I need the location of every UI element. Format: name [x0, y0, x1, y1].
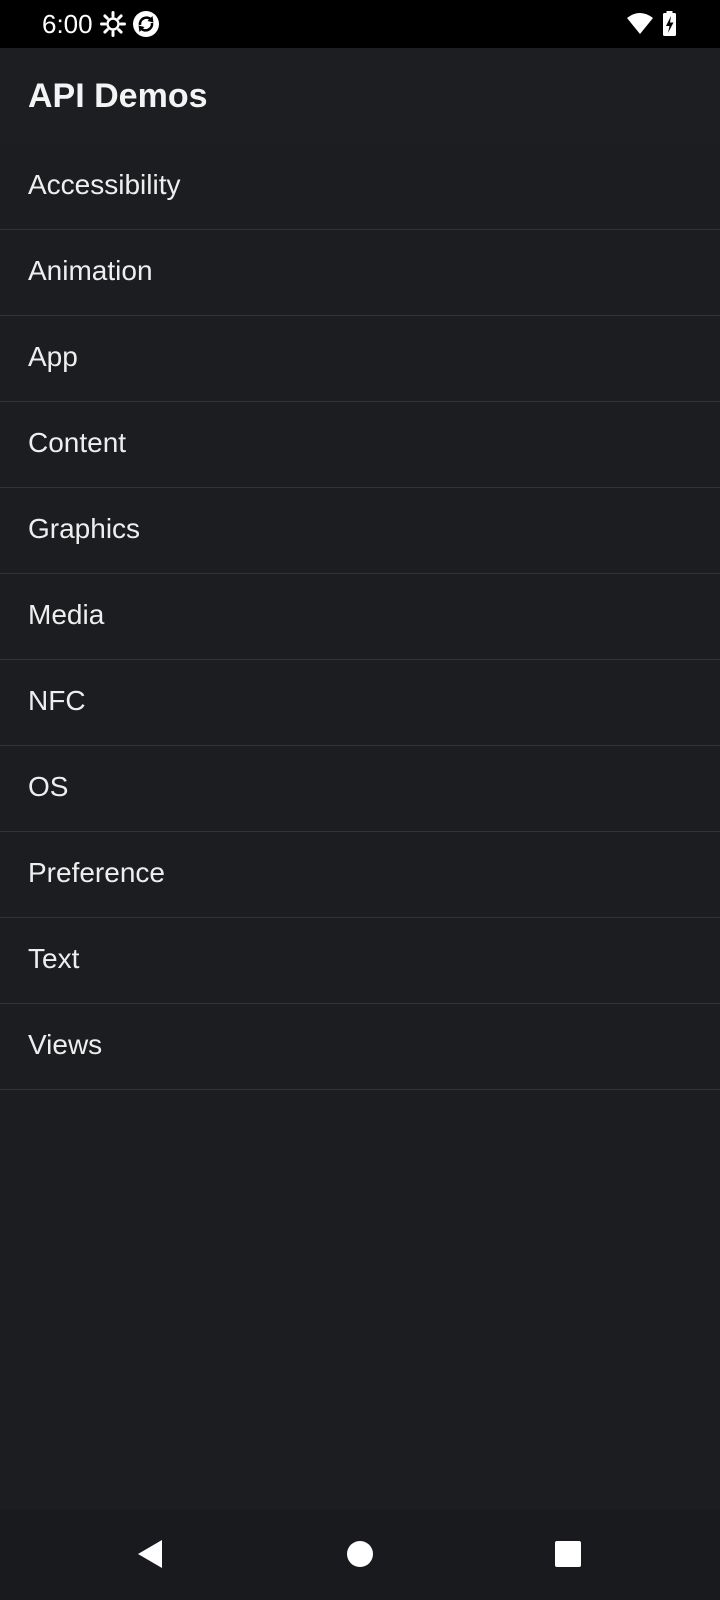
list-item-preference[interactable]: Preference	[0, 832, 720, 918]
list-item-label: Content	[28, 427, 127, 458]
list-item-label: Media	[28, 599, 105, 630]
list-item-os[interactable]: OS	[0, 746, 720, 832]
list-item-label: Animation	[28, 255, 153, 286]
back-icon[interactable]	[127, 1530, 175, 1578]
recents-icon[interactable]	[544, 1530, 592, 1578]
list-item-text[interactable]: Text	[0, 918, 720, 1004]
home-icon[interactable]	[336, 1530, 384, 1578]
list-item-label: Text	[28, 943, 80, 974]
list-item-app[interactable]: App	[0, 316, 720, 402]
battery-charging-icon	[661, 10, 679, 38]
list-item-label: NFC	[28, 685, 86, 716]
list-item-graphics[interactable]: Graphics	[0, 488, 720, 574]
demo-list: Accessibility Animation App Content Grap…	[0, 144, 720, 1090]
list-item-nfc[interactable]: NFC	[0, 660, 720, 746]
screen: 6:00 API Demos Accessibility Animation A…	[0, 0, 720, 1600]
list-item-views[interactable]: Views	[0, 1004, 720, 1090]
app-bar: API Demos	[0, 48, 720, 144]
navigation-bar	[0, 1510, 720, 1600]
list-item-label: App	[28, 341, 78, 372]
page-title: API Demos	[28, 77, 208, 115]
settings-gear-icon	[99, 10, 127, 38]
list-item-label: Preference	[28, 857, 165, 888]
status-bar: 6:00	[0, 0, 720, 48]
list-item-label: Graphics	[28, 513, 141, 544]
list-item-media[interactable]: Media	[0, 574, 720, 660]
list-item-label: Accessibility	[28, 169, 181, 200]
list-item-animation[interactable]: Animation	[0, 230, 720, 316]
list-item-label: OS	[28, 771, 69, 802]
sync-icon	[132, 10, 160, 38]
list-item-content[interactable]: Content	[0, 402, 720, 488]
list-item-accessibility[interactable]: Accessibility	[0, 144, 720, 230]
status-time: 6:00	[42, 9, 93, 39]
list-item-label: Views	[28, 1029, 103, 1060]
wifi-icon	[626, 10, 654, 38]
